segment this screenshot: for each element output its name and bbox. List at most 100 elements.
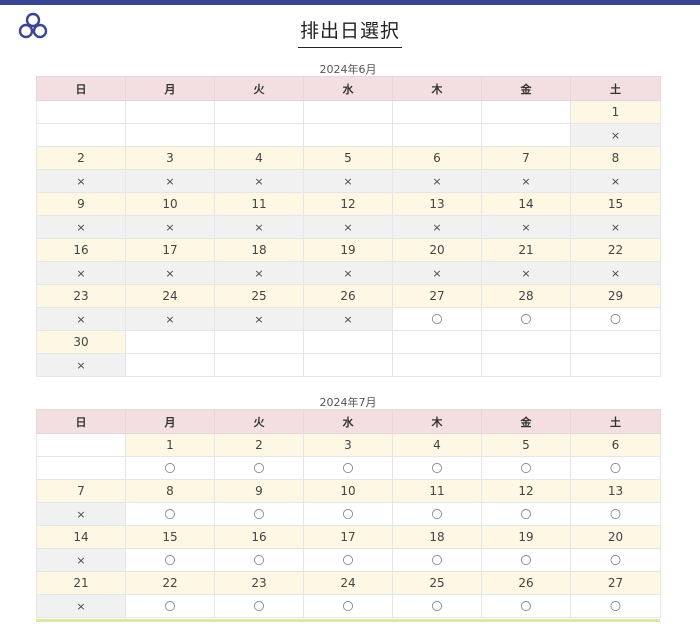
date-cell: 26 bbox=[303, 284, 393, 308]
date-cell: 14 bbox=[481, 192, 571, 216]
date-cell: 27 bbox=[392, 284, 482, 308]
date-cell: 29 bbox=[570, 284, 661, 308]
available-day-mark[interactable]: 〇 bbox=[481, 456, 571, 480]
date-cell: 15 bbox=[570, 192, 661, 216]
available-day-mark[interactable]: 〇 bbox=[570, 307, 661, 331]
availability-row: 〇〇〇〇〇〇 bbox=[36, 456, 661, 480]
weekday-header: 火 bbox=[214, 76, 304, 101]
available-day-mark[interactable]: 〇 bbox=[125, 456, 215, 480]
available-day-mark[interactable]: 〇 bbox=[303, 456, 393, 480]
date-cell: 9 bbox=[214, 479, 304, 503]
bottom-divider bbox=[36, 619, 660, 622]
unavailable-day-mark: × bbox=[214, 215, 304, 239]
unavailable-day-mark: × bbox=[125, 261, 215, 285]
available-day-mark[interactable]: 〇 bbox=[214, 548, 304, 572]
empty-cell bbox=[303, 330, 393, 354]
month-label-july: 2024年7月 bbox=[319, 396, 377, 409]
empty-cell bbox=[36, 123, 126, 147]
date-row: 9 10 11 12 13 14 15 bbox=[36, 192, 661, 216]
available-day-mark[interactable]: 〇 bbox=[481, 502, 571, 526]
empty-cell bbox=[125, 123, 215, 147]
availability-row: × × × × × × × bbox=[36, 215, 661, 239]
available-day-mark[interactable]: 〇 bbox=[570, 502, 661, 526]
available-day-mark[interactable]: 〇 bbox=[214, 594, 304, 618]
empty-cell bbox=[570, 330, 661, 354]
date-row: 1 bbox=[36, 100, 661, 124]
date-cell: 15 bbox=[125, 525, 215, 549]
date-row: 2345678 bbox=[36, 146, 661, 170]
unavailable-day-mark: × bbox=[481, 261, 571, 285]
empty-cell bbox=[303, 353, 393, 377]
available-day-mark[interactable]: 〇 bbox=[392, 548, 482, 572]
available-day-mark[interactable]: 〇 bbox=[570, 456, 661, 480]
unavailable-day-mark: × bbox=[36, 594, 126, 618]
empty-cell bbox=[36, 456, 126, 480]
unavailable-day-mark: × bbox=[303, 169, 393, 193]
available-day-mark[interactable]: 〇 bbox=[214, 456, 304, 480]
empty-cell bbox=[392, 100, 482, 124]
month-label-june: 2024年6月 bbox=[319, 63, 377, 76]
date-cell: 21 bbox=[481, 238, 571, 262]
date-cell: 2 bbox=[214, 433, 304, 457]
weekday-header: 木 bbox=[392, 409, 482, 434]
available-day-mark[interactable]: 〇 bbox=[125, 548, 215, 572]
unavailable-day-mark: × bbox=[303, 215, 393, 239]
date-cell: 5 bbox=[303, 146, 393, 170]
available-day-mark[interactable]: 〇 bbox=[392, 307, 482, 331]
availability-row: × 〇〇〇〇〇〇 bbox=[36, 548, 661, 572]
unavailable-day-mark: × bbox=[481, 215, 571, 239]
available-day-mark[interactable]: 〇 bbox=[303, 594, 393, 618]
empty-cell bbox=[481, 330, 571, 354]
empty-cell bbox=[481, 100, 571, 124]
date-cell: 2 bbox=[36, 146, 126, 170]
weekday-header: 水 bbox=[303, 409, 393, 434]
weekday-header: 木 bbox=[392, 76, 482, 101]
date-cell: 1 bbox=[125, 433, 215, 457]
unavailable-day-mark: × bbox=[481, 169, 571, 193]
availability-row: × × × × 〇〇〇 bbox=[36, 307, 661, 331]
unavailable-day-mark: × bbox=[214, 261, 304, 285]
empty-cell bbox=[570, 353, 661, 377]
available-day-mark[interactable]: 〇 bbox=[125, 594, 215, 618]
date-cell: 17 bbox=[125, 238, 215, 262]
weekday-header: 土 bbox=[570, 76, 661, 101]
date-row: 16 17 18 19 20 21 22 bbox=[36, 238, 661, 262]
unavailable-day-mark: × bbox=[303, 307, 393, 331]
available-day-mark[interactable]: 〇 bbox=[570, 594, 661, 618]
available-day-mark[interactable]: 〇 bbox=[125, 502, 215, 526]
date-cell: 16 bbox=[36, 238, 126, 262]
weekday-header: 月 bbox=[125, 76, 215, 101]
empty-cell bbox=[36, 433, 126, 457]
available-day-mark[interactable]: 〇 bbox=[481, 548, 571, 572]
empty-cell bbox=[481, 353, 571, 377]
available-day-mark[interactable]: 〇 bbox=[303, 502, 393, 526]
date-cell: 3 bbox=[125, 146, 215, 170]
available-day-mark[interactable]: 〇 bbox=[392, 502, 482, 526]
unavailable-day-mark: × bbox=[125, 215, 215, 239]
available-day-mark[interactable]: 〇 bbox=[392, 594, 482, 618]
unavailable-day-mark: × bbox=[214, 169, 304, 193]
date-cell: 10 bbox=[303, 479, 393, 503]
date-cell: 11 bbox=[392, 479, 482, 503]
unavailable-day-mark: × bbox=[570, 169, 661, 193]
empty-cell bbox=[303, 123, 393, 147]
weekday-header: 金 bbox=[481, 409, 571, 434]
weekday-header-row: 日月火水木金土 bbox=[36, 409, 661, 434]
date-cell: 27 bbox=[570, 571, 661, 595]
available-day-mark[interactable]: 〇 bbox=[303, 548, 393, 572]
available-day-mark[interactable]: 〇 bbox=[214, 502, 304, 526]
date-cell: 18 bbox=[392, 525, 482, 549]
empty-cell bbox=[392, 353, 482, 377]
empty-cell bbox=[392, 123, 482, 147]
date-cell: 10 bbox=[125, 192, 215, 216]
available-day-mark[interactable]: 〇 bbox=[570, 548, 661, 572]
available-day-mark[interactable]: 〇 bbox=[481, 594, 571, 618]
empty-cell bbox=[125, 353, 215, 377]
available-day-mark[interactable]: 〇 bbox=[481, 307, 571, 331]
available-day-mark[interactable]: 〇 bbox=[392, 456, 482, 480]
empty-cell bbox=[214, 330, 304, 354]
date-cell: 12 bbox=[303, 192, 393, 216]
date-cell: 24 bbox=[125, 284, 215, 308]
page-title-text: 排出日選択 bbox=[297, 16, 402, 48]
weekday-header: 日 bbox=[36, 409, 126, 434]
